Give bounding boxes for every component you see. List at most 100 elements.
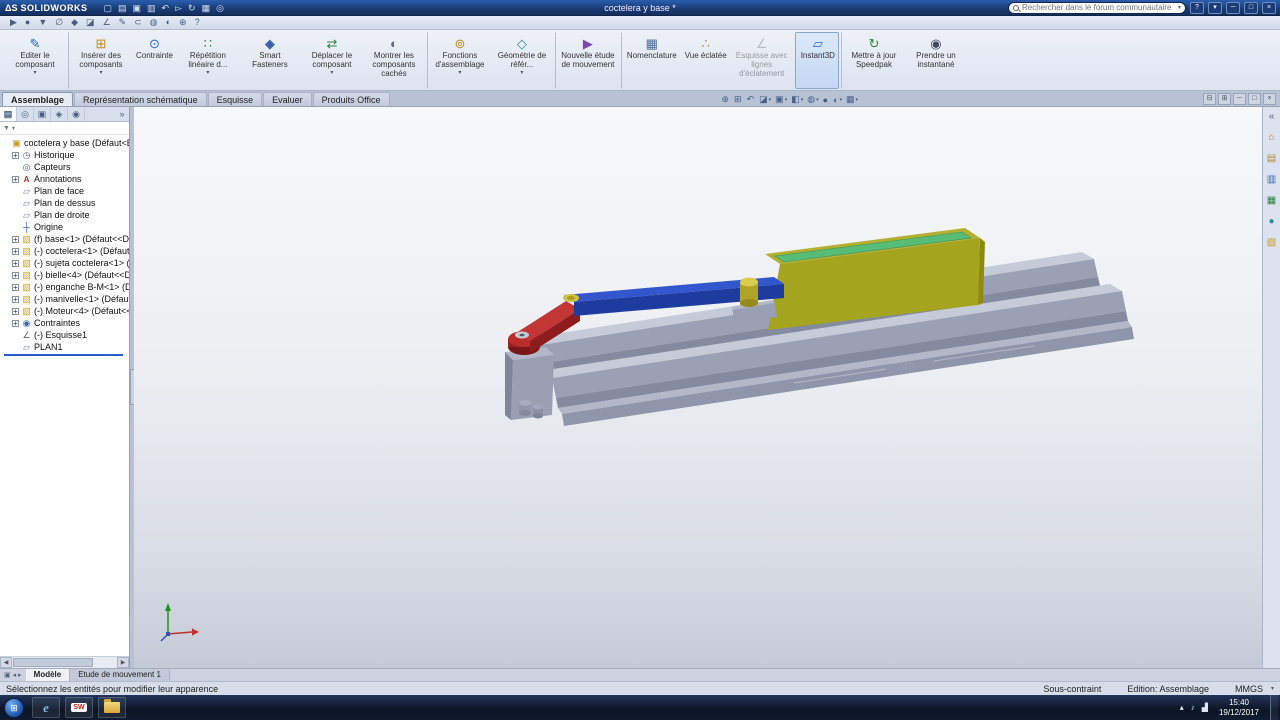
tree-item[interactable]: (-) Moteur<4> (Défaut<<D [2, 305, 129, 317]
play-icon[interactable]: ▶ [10, 16, 17, 29]
ribbon-button[interactable]: Nouvelle étude de mouvement [554, 32, 619, 89]
ribbon-button[interactable]: Vue éclatée [681, 32, 731, 89]
custom-properties-icon[interactable]: ▧ [1267, 237, 1276, 249]
section-view-icon[interactable]: ◪ ▾ [758, 94, 772, 105]
tree-expand-icon[interactable] [12, 235, 19, 244]
search-dropdown-icon[interactable]: ▾ [1178, 4, 1181, 11]
design-library-icon[interactable]: ▤ [1267, 153, 1276, 165]
configurationmanager-tab[interactable]: ▣ [34, 107, 51, 121]
tree-expand-icon[interactable] [12, 283, 19, 292]
ribbon-button[interactable]: Montrer les composants cachés [363, 32, 425, 89]
mdi-close-icon[interactable]: × [1263, 93, 1276, 105]
scene-icon[interactable]: ◐ [166, 16, 171, 29]
model-tab[interactable]: Etude de mouvement 1 [70, 669, 170, 681]
motor-support-part[interactable] [505, 347, 554, 420]
select-cursor-icon[interactable]: ▻ [175, 1, 182, 15]
pane-split-icon[interactable]: ⊟ [1203, 93, 1216, 105]
tab-scroll-right-icon[interactable]: ▸ [18, 671, 22, 679]
tree-item[interactable]: (-) bielle<4> (Défaut<<Déf [2, 269, 129, 281]
view-orientation-icon[interactable]: ▣ ▾ [774, 94, 788, 105]
ribbon-button[interactable]: Fonctions d'assemblage ▾ [426, 32, 491, 89]
appearances-icon[interactable]: ● [1268, 216, 1274, 228]
ribbon-button[interactable]: Esquisse avec lignes d'éclatement [731, 32, 793, 89]
help-button[interactable]: ? [1190, 1, 1204, 14]
tree-expand-icon[interactable] [12, 259, 19, 268]
ribbon-button[interactable]: Instant3D [794, 32, 839, 89]
ribbon-button[interactable]: Contrainte [132, 32, 177, 89]
tree-item[interactable]: coctelera y base (Défaut<Etat [2, 137, 129, 149]
edit-appearance-icon[interactable]: ● [822, 95, 830, 105]
zoom-area-icon[interactable]: ⊞ [733, 94, 744, 105]
record-icon[interactable]: ● [25, 16, 30, 29]
scrollbar-track[interactable] [94, 657, 117, 668]
tree-item[interactable]: (-) manivelle<1> (Défaut< [2, 293, 129, 305]
ribbon-button[interactable]: Insérer des composants ▾ [68, 32, 132, 89]
tree-expand-icon[interactable] [12, 247, 19, 256]
command-tab[interactable]: Esquisse [207, 92, 263, 106]
new-file-icon[interactable]: ▢ [103, 1, 112, 15]
view-settings-icon[interactable]: ▦ ▾ [845, 94, 859, 105]
ribbon-button[interactable]: Prendre un instantané [905, 32, 967, 89]
featuremanager-tab[interactable]: ▤ [0, 107, 17, 121]
tree-item[interactable]: Plan de face [2, 185, 129, 197]
fullscreen-button[interactable]: ▾ [1208, 1, 1222, 14]
model-tab[interactable]: Modèle [25, 669, 71, 681]
section-view-icon[interactable]: ◪ [86, 16, 95, 29]
dimension-icon[interactable]: ∠ [103, 16, 111, 29]
command-tab[interactable]: Assemblage [2, 92, 74, 106]
solidworks-app-icon[interactable]: SW [65, 697, 93, 718]
ribbon-button[interactable]: Déplacer le composant ▾ [301, 32, 363, 89]
tree-expand-icon[interactable] [12, 307, 19, 316]
appearance-icon[interactable]: ◍ [150, 16, 158, 29]
propertymanager-tab[interactable]: ◎ [17, 107, 34, 121]
pin-part[interactable] [740, 277, 758, 308]
show-desktop-button[interactable] [1270, 695, 1278, 720]
command-tab[interactable]: Evaluer [263, 92, 312, 106]
tree-item[interactable]: Annotations [2, 173, 129, 185]
tree-item[interactable]: Plan de dessus [2, 197, 129, 209]
ribbon-button[interactable]: Nomenclature [620, 32, 681, 89]
scroll-left-icon[interactable]: ◀ [0, 657, 12, 668]
taskbar-clock[interactable]: 15:40 19/12/2017 [1215, 698, 1263, 718]
measure-icon[interactable]: ∅ [55, 16, 63, 29]
ribbon-button[interactable]: Géométrie de référ... ▾ [491, 32, 553, 89]
print-icon[interactable]: ▥ [147, 1, 156, 15]
tab-scroll-left-icon[interactable]: ◂ [13, 671, 17, 679]
tree-expand-icon[interactable] [12, 151, 19, 160]
tree-expand-icon[interactable] [12, 271, 19, 280]
scrollbar-thumb[interactable] [13, 658, 93, 667]
filter-icon[interactable]: ▼ [38, 16, 47, 29]
command-tab[interactable]: Produits Office [312, 92, 390, 106]
view-palette-icon[interactable]: ▦ [1267, 195, 1276, 207]
tree-item[interactable]: (-) sujeta coctelera<1> (Dé [2, 257, 129, 269]
zoom-icon[interactable]: ⊕ [179, 16, 187, 29]
file-explorer-icon[interactable]: ▥ [1267, 174, 1276, 186]
command-tab[interactable]: Représentation schématique [74, 92, 207, 106]
units-dropdown-icon[interactable]: ▾ [1271, 685, 1274, 692]
rebuild-icon[interactable]: ↻ [188, 1, 196, 15]
tree-item[interactable]: Historique [2, 149, 129, 161]
displaymanager-tab[interactable]: ◉ [68, 107, 85, 121]
ribbon-button[interactable]: Editer le composant ▾ [4, 32, 66, 89]
help-icon[interactable]: ? [195, 16, 200, 29]
mdi-restore-icon[interactable]: □ [1248, 93, 1261, 105]
scroll-right-icon[interactable]: ▶ [117, 657, 129, 668]
tree-item[interactable]: Plan de droite [2, 209, 129, 221]
tree-expand-icon[interactable] [12, 319, 19, 328]
tree-item[interactable]: (-) enganche B-M<1> (Déf [2, 281, 129, 293]
minimize-button[interactable]: ─ [1226, 1, 1240, 14]
filter-icon[interactable]: ▼ [3, 125, 10, 132]
tree-item[interactable]: PLAN1 [2, 341, 129, 353]
graphics-area[interactable]: 240 [134, 107, 1262, 668]
tree-item[interactable]: Contraintes [2, 317, 129, 329]
save-icon[interactable]: ▣ [133, 1, 142, 15]
zoom-fit-icon[interactable]: ⊕ [721, 94, 732, 105]
ribbon-button[interactable]: Répétition linéaire d... ▾ [177, 32, 239, 89]
apply-scene-icon[interactable]: ◐ ▾ [832, 95, 843, 105]
undo-icon[interactable]: ↶ [162, 1, 170, 15]
tree-item[interactable]: (-) Esquisse1 [2, 329, 129, 341]
tree-item[interactable]: Capteurs [2, 161, 129, 173]
open-file-icon[interactable]: ▤ [118, 1, 127, 15]
volume-icon[interactable]: ♪ [1191, 703, 1195, 712]
ribbon-button[interactable]: Smart Fasteners [239, 32, 301, 89]
